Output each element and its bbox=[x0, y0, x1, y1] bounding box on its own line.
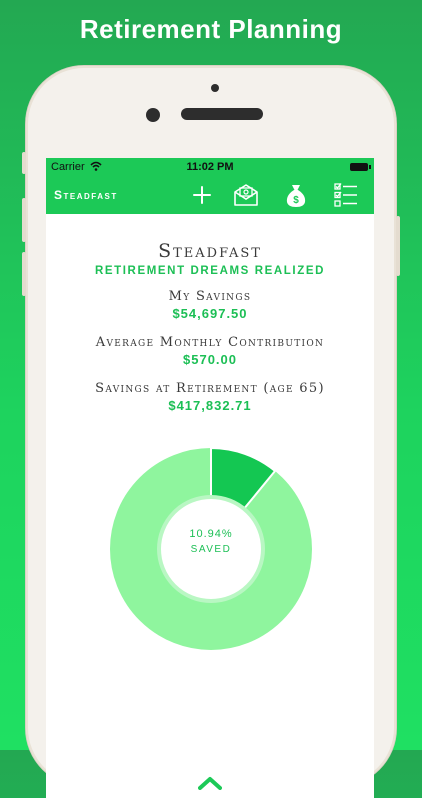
phone-sensor bbox=[211, 84, 219, 92]
savings-donut-chart[interactable]: 10.94% saved bbox=[108, 446, 314, 652]
plus-icon[interactable] bbox=[188, 181, 216, 209]
stat-label: My Savings bbox=[168, 289, 252, 304]
stat-my-savings: My Savings $54,697.50 bbox=[46, 289, 374, 321]
battery-icon bbox=[350, 163, 371, 171]
phone-speaker bbox=[181, 108, 263, 120]
summary-panel: Steadfast Retirement Dreams Realized My … bbox=[46, 240, 374, 413]
stat-label: Average Monthly Contribution bbox=[95, 335, 325, 350]
app-title: Steadfast bbox=[158, 240, 262, 262]
phone-volume-down bbox=[22, 252, 26, 296]
phone-frame: Carrier 11:02 PM Steadfast $ Steadfast R… bbox=[22, 66, 400, 798]
stat-value: $417,832.71 bbox=[168, 398, 252, 413]
stat-label: Savings at Retirement (age 65) bbox=[95, 381, 325, 396]
donut-center-label: 10.94% saved bbox=[108, 528, 314, 555]
saved-label: saved bbox=[190, 544, 232, 555]
stat-value: $570.00 bbox=[183, 352, 237, 367]
phone-mute-switch bbox=[22, 152, 26, 174]
status-time: 11:02 PM bbox=[186, 161, 234, 173]
nav-brand: Steadfast bbox=[54, 188, 118, 202]
app-tagline: Retirement Dreams Realized bbox=[94, 265, 326, 277]
envelope-money-icon[interactable] bbox=[232, 181, 260, 209]
stat-monthly-contribution: Average Monthly Contribution $570.00 bbox=[46, 335, 374, 367]
svg-text:$: $ bbox=[293, 195, 299, 206]
phone-power-button bbox=[396, 216, 400, 276]
app-screen: Carrier 11:02 PM Steadfast $ Steadfast R… bbox=[46, 158, 374, 798]
phone-camera bbox=[146, 108, 160, 122]
stat-value: $54,697.50 bbox=[172, 306, 248, 321]
phone-volume-up bbox=[22, 198, 26, 242]
nav-bar: Steadfast $ bbox=[46, 176, 374, 214]
stat-savings-at-retirement: Savings at Retirement (age 65) $417,832.… bbox=[46, 381, 374, 413]
chevron-up-icon[interactable] bbox=[198, 776, 222, 790]
checklist-icon[interactable] bbox=[332, 181, 360, 209]
money-bag-icon[interactable]: $ bbox=[282, 181, 310, 209]
saved-percent: 10.94% bbox=[189, 528, 233, 540]
status-bar: Carrier 11:02 PM bbox=[46, 158, 374, 176]
promo-headline: Retirement Planning bbox=[79, 14, 343, 44]
